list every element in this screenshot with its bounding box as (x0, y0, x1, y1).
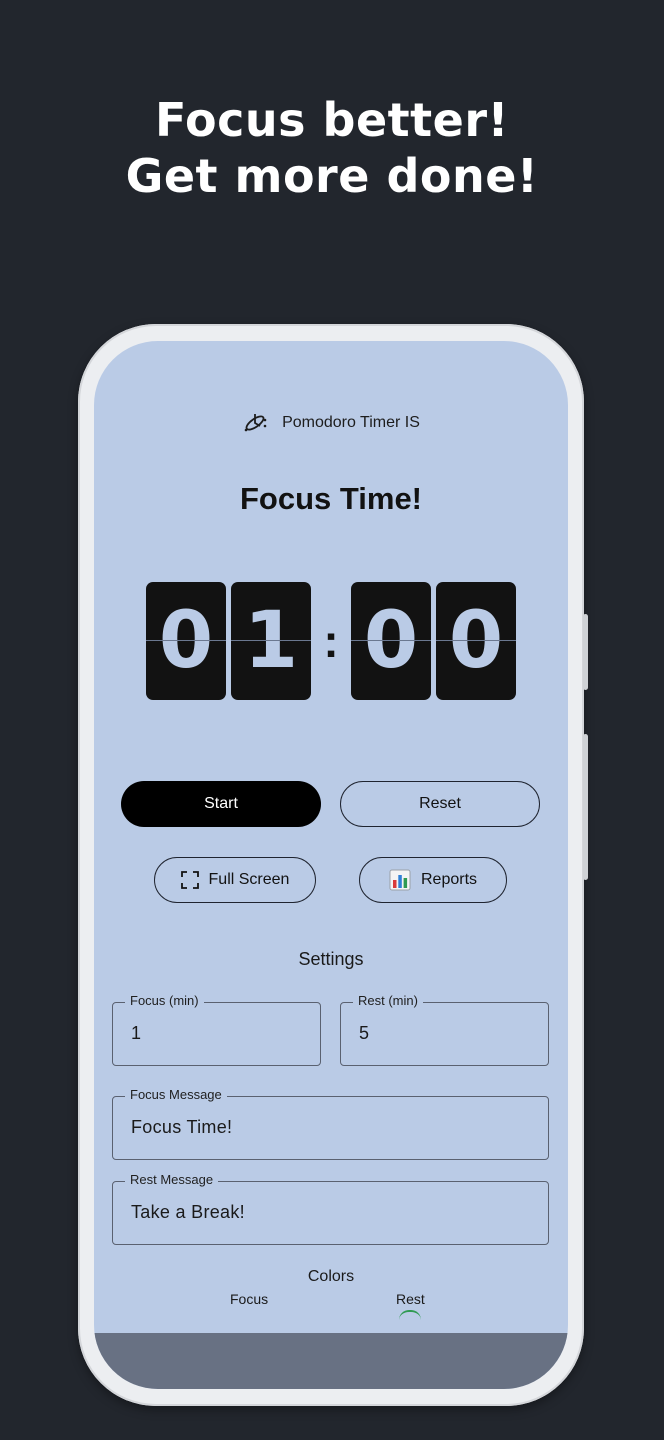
rest-minutes-field[interactable]: Rest (min) 5 (340, 993, 549, 1066)
focus-message-field[interactable]: Focus Message Focus Time! (112, 1087, 549, 1160)
focus-minutes-label: Focus (min) (125, 993, 204, 1008)
promo-headline: Focus better! Get more done! (0, 92, 664, 204)
focus-minutes-field[interactable]: Focus (min) 1 (112, 993, 321, 1066)
bottom-bar (94, 1333, 568, 1389)
focus-message-label: Focus Message (125, 1087, 227, 1102)
phone-frame: Pomodoro Timer IS Focus Time! 0 1 : 0 0 … (78, 324, 588, 1406)
reset-button-label: Reset (419, 795, 461, 812)
seconds-tens-digit: 0 (351, 582, 431, 700)
rest-color-label: Rest (396, 1291, 425, 1307)
reports-label: Reports (420, 871, 478, 888)
power-button (583, 734, 588, 880)
full-screen-label: Full Screen (208, 871, 290, 888)
focus-color-label: Focus (230, 1291, 269, 1307)
flip-clock: 0 1 : 0 0 (146, 582, 521, 700)
reset-button[interactable]: Reset (340, 781, 540, 827)
fullscreen-icon (180, 871, 199, 889)
start-button[interactable]: Start (121, 781, 321, 827)
bar-chart-icon (389, 869, 411, 891)
atom-clock-icon (244, 414, 267, 432)
timer-title: Focus Time! (239, 481, 423, 516)
seconds-ones-digit: 0 (436, 582, 516, 700)
app-bar: Pomodoro Timer IS (94, 411, 568, 435)
minutes-tens-digit: 0 (146, 582, 226, 700)
rest-message-label: Rest Message (125, 1172, 219, 1187)
focus-minutes-value: 1 (131, 1023, 142, 1043)
full-screen-button[interactable]: Full Screen (154, 857, 316, 903)
rest-message-value: Take a Break! (131, 1202, 245, 1222)
start-button-label: Start (204, 795, 238, 812)
promo-line-2: Get more done! (125, 149, 539, 203)
time-separator: : (323, 615, 339, 667)
promo-line-1: Focus better! (154, 93, 510, 147)
focus-message-value: Focus Time! (131, 1117, 233, 1137)
rest-minutes-label: Rest (min) (353, 993, 423, 1008)
settings-heading: Settings (298, 949, 364, 969)
app-screen: Pomodoro Timer IS Focus Time! 0 1 : 0 0 … (94, 341, 568, 1389)
volume-button (583, 614, 588, 690)
rest-message-field[interactable]: Rest Message Take a Break! (112, 1172, 549, 1245)
rest-minutes-value: 5 (359, 1023, 370, 1043)
minutes-ones-digit: 1 (231, 582, 311, 700)
app-name: Pomodoro Timer IS (282, 414, 420, 431)
reports-button[interactable]: Reports (359, 857, 507, 903)
colors-heading: Colors (307, 1268, 355, 1285)
rest-color-swatch[interactable] (399, 1310, 421, 1320)
